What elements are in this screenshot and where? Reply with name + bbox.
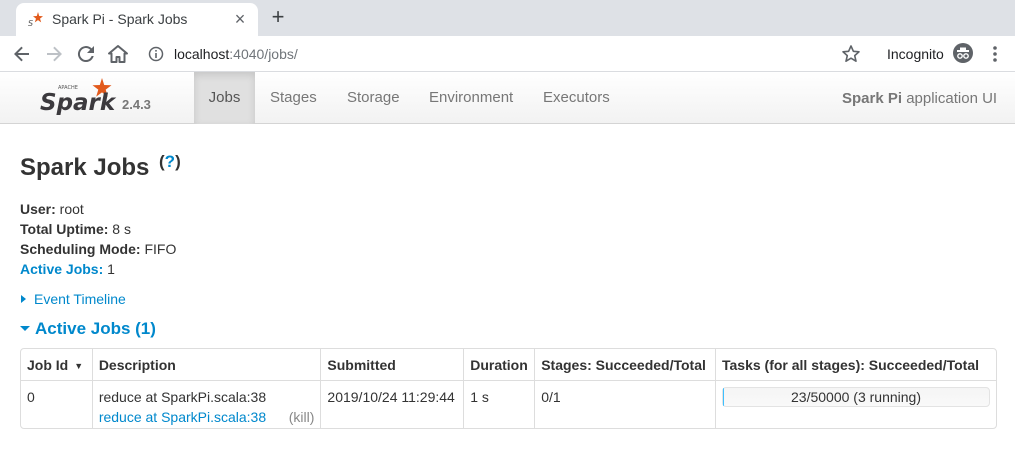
spark-favicon-icon: S bbox=[28, 12, 43, 27]
user-label: User: bbox=[20, 201, 56, 217]
mode-value: FIFO bbox=[140, 241, 177, 257]
col-stages[interactable]: Stages: Succeeded/Total bbox=[534, 349, 715, 380]
tasks-progress-bar: 23/50000 (3 running) bbox=[722, 387, 990, 407]
site-info-icon[interactable] bbox=[148, 46, 164, 62]
user-value: root bbox=[55, 201, 84, 217]
cell-stages: 0/1 bbox=[534, 380, 715, 428]
description-text: reduce at SparkPi.scala:38 bbox=[98, 389, 267, 405]
svg-text:S: S bbox=[28, 19, 33, 27]
table-header-row: Job Id ▼ Description Submitted Duration S… bbox=[21, 349, 996, 380]
col-tasks[interactable]: Tasks (for all stages): Succeeded/Total bbox=[715, 349, 996, 380]
summary-user: User: root bbox=[20, 201, 84, 217]
spark-navbar: APACHE Spark 2.4.3 Jobs Stages Storage E… bbox=[0, 72, 1015, 124]
collapsed-arrow-icon bbox=[21, 295, 26, 303]
browser-tabstrip: S Spark Pi - Spark Jobs × + bbox=[0, 0, 1015, 36]
url-text[interactable]: localhost:4040/jobs/ bbox=[174, 46, 298, 62]
browser-toolbar: localhost:4040/jobs/ Incognito bbox=[0, 36, 1015, 72]
cell-duration: 1 s bbox=[463, 380, 535, 428]
event-timeline-label: Event Timeline bbox=[34, 291, 126, 307]
description-link[interactable]: reduce at SparkPi.scala:38 bbox=[99, 409, 266, 425]
spark-logo[interactable]: APACHE Spark bbox=[36, 76, 122, 120]
tab-close-icon[interactable]: × bbox=[230, 9, 250, 29]
active-jobs-table: Job Id ▼ Description Submitted Duration S… bbox=[20, 348, 997, 429]
active-jobs-heading: Active Jobs (1) bbox=[35, 319, 156, 338]
incognito-icon[interactable] bbox=[952, 42, 974, 64]
browser-menu-icon[interactable] bbox=[988, 44, 1002, 64]
active-jobs-section-toggle[interactable]: Active Jobs (1) bbox=[20, 319, 156, 339]
col-duration[interactable]: Duration bbox=[463, 349, 534, 380]
home-icon[interactable] bbox=[106, 42, 130, 66]
col-job-id-label: Job Id bbox=[27, 356, 69, 373]
cell-job-id: 0 bbox=[21, 380, 92, 428]
new-tab-icon[interactable]: + bbox=[266, 5, 290, 29]
nav-storage[interactable]: Storage bbox=[347, 72, 400, 124]
spark-version: 2.4.3 bbox=[122, 97, 151, 112]
url-host: localhost bbox=[174, 46, 230, 62]
col-job-id[interactable]: Job Id ▼ bbox=[21, 349, 92, 380]
nav-executors[interactable]: Executors bbox=[543, 72, 610, 124]
sort-desc-icon[interactable]: ▼ bbox=[74, 361, 83, 371]
reload-icon[interactable] bbox=[74, 42, 98, 66]
tasks-progress-text: 23/50000 (3 running) bbox=[791, 389, 921, 405]
mode-label: Scheduling Mode: bbox=[20, 241, 141, 257]
active-jobs-link[interactable]: Active Jobs: bbox=[20, 261, 103, 277]
kill-link[interactable]: (kill) bbox=[289, 407, 315, 427]
page-title: Spark Jobs bbox=[20, 154, 150, 181]
col-submitted[interactable]: Submitted bbox=[320, 349, 463, 380]
uptime-label: Total Uptime: bbox=[20, 221, 109, 237]
summary-uptime: Total Uptime: 8 s bbox=[20, 221, 131, 237]
active-jobs-value: 1 bbox=[103, 261, 115, 277]
nav-stages[interactable]: Stages bbox=[270, 72, 317, 124]
summary-mode: Scheduling Mode: FIFO bbox=[20, 241, 176, 257]
summary-active-jobs: Active Jobs: 1 bbox=[20, 261, 115, 277]
cell-description: reduce at SparkPi.scala:38 (kill) reduce … bbox=[91, 380, 321, 428]
uptime-value: 8 s bbox=[108, 221, 131, 237]
app-name: Spark Pi application UI bbox=[842, 90, 997, 107]
app-name-bold: Spark Pi bbox=[842, 90, 903, 107]
event-timeline-toggle[interactable]: Event Timeline bbox=[21, 291, 126, 307]
url-path: :4040/jobs/ bbox=[229, 46, 298, 62]
address-bar[interactable]: localhost:4040/jobs/ bbox=[140, 40, 875, 68]
browser-tab[interactable]: S Spark Pi - Spark Jobs × bbox=[16, 3, 258, 36]
nav-environment[interactable]: Environment bbox=[429, 72, 513, 124]
nav-jobs[interactable]: Jobs bbox=[194, 72, 255, 124]
table-row: 0 reduce at SparkPi.scala:38 (kill) reduc… bbox=[21, 380, 996, 428]
svg-text:Spark: Spark bbox=[40, 90, 117, 116]
expanded-arrow-icon bbox=[20, 326, 30, 331]
back-icon[interactable] bbox=[10, 42, 34, 66]
incognito-label[interactable]: Incognito bbox=[887, 46, 944, 62]
col-description[interactable]: Description bbox=[91, 349, 321, 380]
cell-submitted: 2019/10/24 11:29:44 bbox=[320, 380, 464, 428]
help-question[interactable]: ? bbox=[165, 152, 175, 171]
forward-icon[interactable] bbox=[42, 42, 66, 66]
tab-title: Spark Pi - Spark Jobs bbox=[52, 11, 188, 27]
help-link[interactable]: (?) bbox=[159, 152, 181, 172]
bookmark-star-icon[interactable] bbox=[841, 44, 861, 64]
cell-tasks: 23/50000 (3 running) bbox=[715, 380, 996, 428]
app-name-suffix: application UI bbox=[902, 90, 998, 107]
